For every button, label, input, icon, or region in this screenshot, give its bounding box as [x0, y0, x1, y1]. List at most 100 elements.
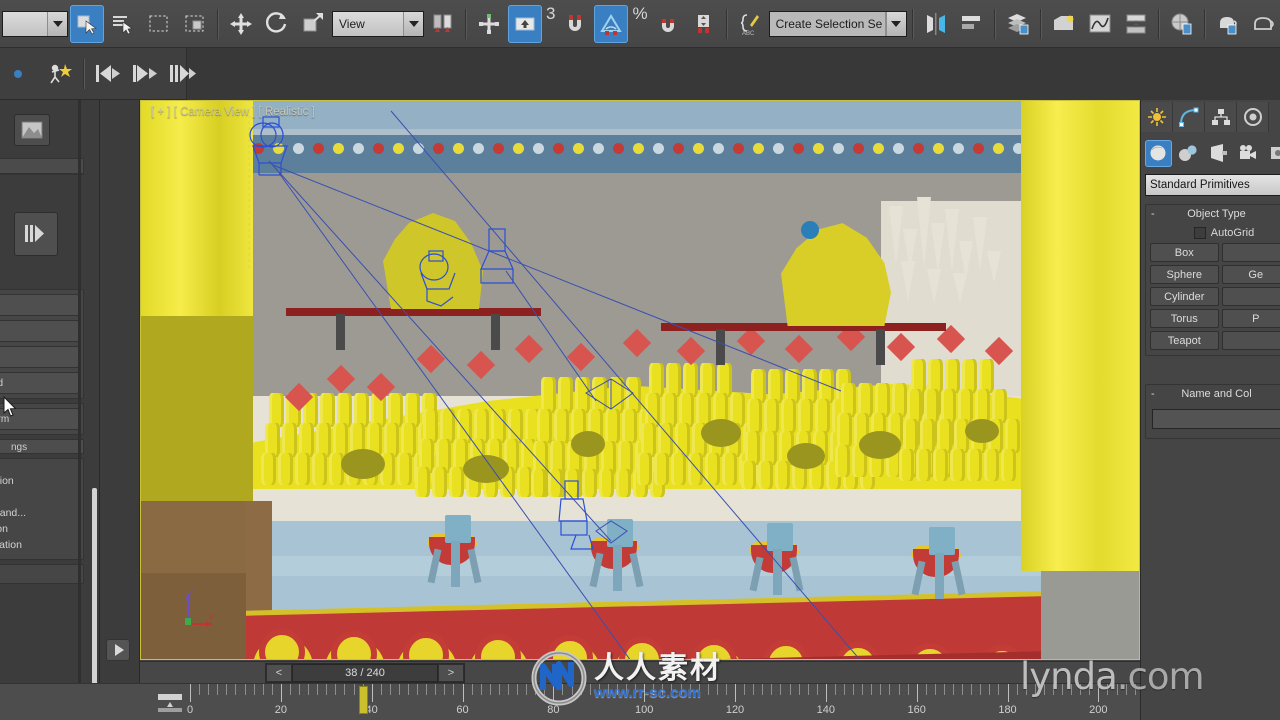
percent-snap-toggle-button[interactable]: [651, 5, 685, 43]
tab-motion[interactable]: [1237, 102, 1269, 132]
scene-bulb: [453, 143, 464, 154]
scene-cylinder: [423, 409, 438, 443]
subcategory-combo[interactable]: Standard Primitives: [1145, 174, 1280, 196]
scene-chair[interactable]: [427, 515, 482, 591]
use-pivot-point-center-button[interactable]: [426, 5, 460, 43]
biped-key-button[interactable]: [43, 55, 77, 93]
mirror-button[interactable]: [919, 5, 953, 43]
primitive-cone-button[interactable]: [1221, 243, 1280, 262]
prev-frame-button[interactable]: <: [266, 664, 292, 682]
primitive-plane-button[interactable]: [1221, 331, 1280, 350]
tab-create[interactable]: [1141, 102, 1173, 132]
select-and-move-button[interactable]: [224, 5, 258, 43]
ruler-tick: [426, 684, 428, 695]
primitive-cylinder-button[interactable]: Cylinder: [1150, 287, 1219, 306]
schematic-view-button[interactable]: [1119, 5, 1153, 43]
object-type-header[interactable]: - Object Type: [1146, 205, 1280, 222]
name-and-color-header[interactable]: - Name and Col: [1146, 385, 1280, 402]
time-slider-handle[interactable]: < 38 / 240 >: [265, 663, 465, 683]
render-frame-window-button[interactable]: [1247, 5, 1280, 43]
select-and-scale-button[interactable]: [296, 5, 330, 43]
selection-set-combo[interactable]: Create Selection Se: [768, 10, 907, 37]
set-key-button[interactable]: [6, 55, 40, 93]
play-animation-button[interactable]: [128, 55, 162, 93]
collapse-icon[interactable]: -: [1151, 208, 1161, 220]
scene-bush: [463, 455, 509, 483]
chair-leg: [467, 548, 482, 584]
left-panel-button-3[interactable]: ed: [0, 372, 79, 394]
category-geometry[interactable]: [1145, 139, 1172, 167]
angle-snap-toggle-button[interactable]: [594, 4, 629, 43]
scene-chair[interactable]: [589, 519, 644, 595]
category-helpers[interactable]: [1264, 140, 1280, 167]
left-panel-button-1[interactable]: d: [0, 320, 79, 342]
rectangular-selection-region-button[interactable]: [142, 5, 176, 43]
scene-cylinder: [616, 469, 631, 497]
chevron-down-icon[interactable]: [885, 11, 906, 36]
selection-set-value: Create Selection Se: [769, 11, 886, 36]
viewport-label[interactable]: [ + ] [ Camera View ] [ Realistic ]: [151, 106, 315, 118]
key-mode-icon[interactable]: [155, 692, 185, 714]
scene-chair[interactable]: [911, 527, 966, 603]
category-shapes[interactable]: [1175, 140, 1202, 167]
scene-bulb: [493, 143, 504, 154]
snap-magnet-2-button[interactable]: [558, 5, 592, 43]
3dsmax-window: View 3 % ABC Create Selection Se m ngs i…: [0, 0, 1280, 720]
selection-filter-combo[interactable]: [2, 10, 68, 37]
layer-manager-button[interactable]: [1001, 5, 1035, 43]
scene-cylinder: [565, 469, 580, 497]
render-production-button[interactable]: [1211, 5, 1245, 43]
scene-icicle: [917, 197, 931, 267]
select-and-rotate-button[interactable]: [260, 5, 294, 43]
panel-divider: [78, 100, 81, 720]
ruler-frame-marker[interactable]: [358, 686, 368, 714]
tab-modify[interactable]: [1173, 102, 1205, 132]
chevron-down-icon[interactable]: [47, 11, 67, 36]
align-button[interactable]: [955, 5, 989, 43]
object-name-input[interactable]: [1152, 409, 1280, 429]
primitive-pyramid-button[interactable]: P: [1221, 309, 1280, 328]
spinner-snap-icon: [697, 14, 709, 33]
primitive-teapot-button[interactable]: Teapot: [1150, 331, 1219, 350]
left-panel-button-0[interactable]: [0, 294, 79, 316]
primitive-torus-button[interactable]: Torus: [1150, 309, 1219, 328]
autogrid-label: AutoGrid: [1210, 227, 1255, 239]
select-object-button[interactable]: [70, 4, 104, 43]
window-crossing-button[interactable]: [178, 5, 212, 43]
scene-bulb: [593, 143, 604, 154]
curve-editor-button[interactable]: [1083, 5, 1117, 43]
primitive-sphere-button[interactable]: Sphere: [1150, 265, 1219, 284]
autogrid-checkbox[interactable]: [1193, 227, 1206, 239]
category-cameras[interactable]: [1234, 140, 1261, 167]
next-key-button[interactable]: [165, 55, 199, 93]
chevron-down-icon[interactable]: [403, 11, 423, 36]
modify-arc-icon: [1178, 107, 1198, 127]
camera-viewport[interactable]: z x [ + ] [ Camera View ] [ Realistic ]: [140, 100, 1140, 660]
collapse-icon[interactable]: -: [1151, 388, 1161, 400]
primitive-tube-button[interactable]: [1221, 287, 1280, 306]
render-setup-button[interactable]: [1047, 5, 1081, 43]
coordinate-system-combo[interactable]: View: [332, 10, 424, 37]
primitive-geosphere-button[interactable]: Ge: [1221, 265, 1280, 284]
spinner-snap-toggle-button[interactable]: [687, 5, 721, 43]
scene-cylinder: [835, 445, 850, 477]
expand-panel-button[interactable]: [106, 639, 130, 661]
left-panel-button-2[interactable]: [0, 346, 79, 368]
scene-cylinder: [637, 453, 652, 485]
ruler-tick: [353, 684, 355, 695]
category-lights[interactable]: [1205, 140, 1232, 167]
select-and-manipulate-button[interactable]: [472, 5, 506, 43]
material-editor-button[interactable]: [1165, 5, 1199, 43]
next-frame-button[interactable]: >: [438, 664, 464, 682]
edit-named-selection-sets-button[interactable]: ABC: [733, 5, 767, 43]
select-by-name-button[interactable]: [106, 5, 140, 43]
scene-chair[interactable]: [749, 523, 804, 599]
motion-key-button[interactable]: [14, 212, 58, 256]
chair-post: [451, 541, 460, 587]
tab-hierarchy[interactable]: [1205, 102, 1237, 132]
previous-key-button[interactable]: [91, 55, 125, 93]
autogrid-row[interactable]: AutoGrid: [1158, 227, 1280, 239]
primitive-box-button[interactable]: Box: [1150, 243, 1219, 262]
scene-cylinder: [675, 423, 690, 457]
snaps-toggle-button[interactable]: [508, 4, 542, 43]
